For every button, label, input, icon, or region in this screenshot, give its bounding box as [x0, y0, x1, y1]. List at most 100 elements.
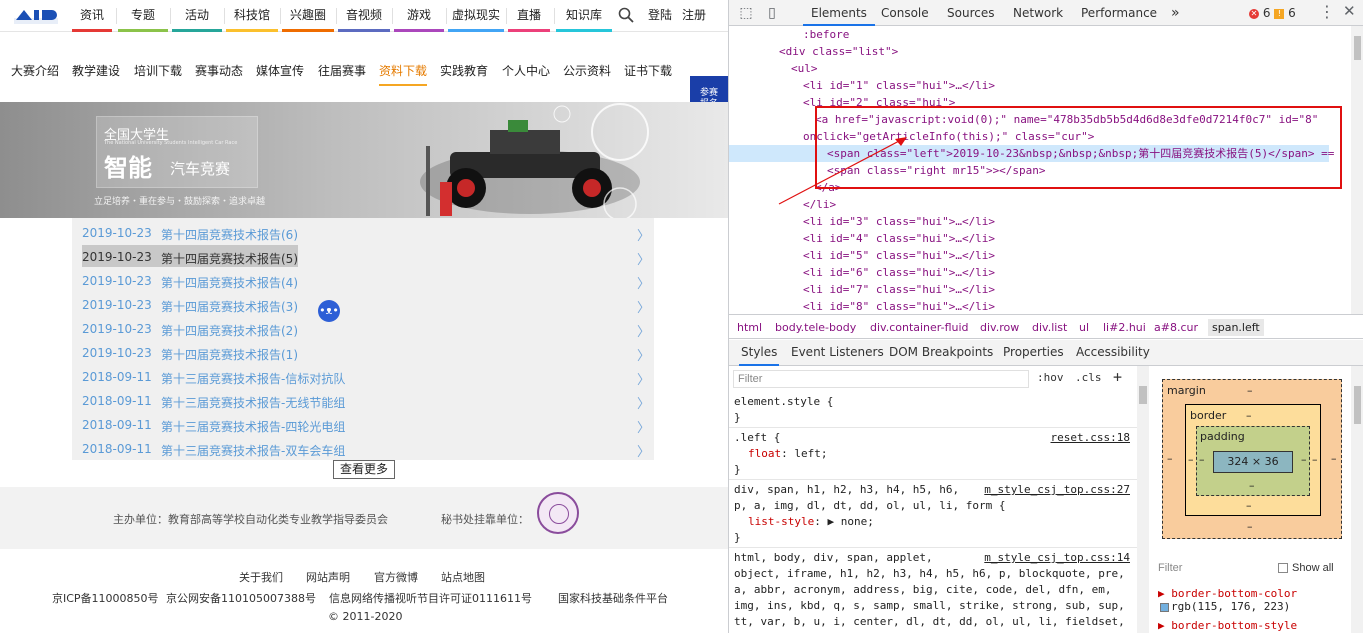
- article-row[interactable]: 2019-10-23 第十四届竞赛技术报告(3) 〉: [72, 292, 654, 316]
- styles-scrollbar[interactable]: [1137, 366, 1149, 633]
- nav-item[interactable]: 知识库: [556, 0, 612, 32]
- article-row[interactable]: 2019-10-23 第十四届竞赛技术报告(2) 〉: [72, 316, 654, 340]
- devtools-tab[interactable]: Network: [1005, 0, 1071, 26]
- article-title[interactable]: 第十三届竞赛技术报告-双车会车组: [161, 442, 345, 459]
- article-row[interactable]: 2019-10-23 第十四届竞赛技术报告(1) 〉: [72, 340, 654, 364]
- property-value[interactable]: ▶ none: [827, 515, 867, 528]
- device-toggle-icon[interactable]: ▯: [763, 4, 781, 22]
- pane-tab[interactable]: Accessibility: [1074, 340, 1152, 366]
- subnav-item[interactable]: 赛事动态: [195, 62, 243, 79]
- subnav-item[interactable]: 教学建设: [72, 62, 120, 79]
- more-options-icon[interactable]: ⋮: [1319, 2, 1335, 21]
- search-icon[interactable]: [617, 6, 635, 24]
- article-title[interactable]: 第十三届竞赛技术报告-信标对抗队: [161, 370, 345, 387]
- breadcrumb-item[interactable]: html: [737, 321, 762, 334]
- style-rule-selector[interactable]: div, span, h1, h2, h3, h4, h5, h6,: [734, 482, 959, 498]
- subnav-item[interactable]: 公示资料: [563, 62, 611, 79]
- dom-node-line[interactable]: <li id="4" class="hui">…</li>: [729, 230, 995, 247]
- article-title[interactable]: 第十四届竞赛技术报告(3): [161, 298, 298, 315]
- nav-item[interactable]: 活动: [172, 0, 222, 32]
- article-title[interactable]: 第十四届竞赛技术报告(6): [161, 226, 298, 243]
- footer-link[interactable]: 官方微博: [374, 569, 418, 585]
- devtools-tab[interactable]: Console: [873, 0, 937, 26]
- article-row[interactable]: 2018-09-11 第十三届竞赛技术报告-四轮光电组 〉: [72, 412, 654, 436]
- article-title[interactable]: 第十三届竞赛技术报告-四轮光电组: [161, 418, 345, 435]
- subnav-item[interactable]: 培训下载: [134, 62, 182, 79]
- computed-property[interactable]: ▶ border-bottom-color rgb(115, 176, 223): [1158, 587, 1297, 613]
- elements-scrollbar[interactable]: [1351, 26, 1363, 314]
- article-row[interactable]: 2018-09-11 第十三届竞赛技术报告-无线节能组 〉: [72, 388, 654, 412]
- dom-node-line[interactable]: <li id="8" class="hui">…</li>: [729, 298, 995, 314]
- article-title[interactable]: 第十四届竞赛技术报告(5): [161, 250, 298, 267]
- article-row[interactable]: 2018-09-11 第十三届竞赛技术报告-信标对抗队 〉: [72, 364, 654, 388]
- new-rule-button[interactable]: +: [1113, 368, 1122, 386]
- style-rule-source-link[interactable]: m_style_csj_top.css:14: [984, 550, 1130, 566]
- subnav-item[interactable]: 个人中心: [502, 62, 550, 79]
- pane-tab[interactable]: DOM Breakpoints: [887, 340, 995, 366]
- breadcrumb-item[interactable]: ul: [1079, 321, 1089, 334]
- article-row[interactable]: 2019-10-23 第十四届竞赛技术报告(6) 〉: [72, 220, 654, 244]
- class-toggle[interactable]: .cls: [1075, 371, 1102, 384]
- subnav-item[interactable]: 证书下载: [624, 62, 672, 79]
- subnav-item[interactable]: 媒体宣传: [256, 62, 304, 79]
- style-rule-selector[interactable]: .left {: [734, 430, 780, 446]
- view-more-button[interactable]: 查看更多: [333, 460, 395, 479]
- dom-node-line[interactable]: <li id="5" class="hui">…</li>: [729, 247, 995, 264]
- footer-link[interactable]: 站点地图: [441, 569, 485, 585]
- computed-filter-input[interactable]: Filter: [1158, 562, 1182, 574]
- article-row[interactable]: 2019-10-23 第十四届竞赛技术报告(5) 〉: [72, 244, 654, 268]
- devtools-tab[interactable]: Sources: [939, 0, 1002, 26]
- register-link[interactable]: 注册: [682, 0, 706, 30]
- article-title[interactable]: 第十四届竞赛技术报告(4): [161, 274, 298, 291]
- pane-tab[interactable]: Event Listeners: [789, 340, 886, 366]
- breadcrumb-item[interactable]: span.left: [1208, 319, 1264, 336]
- dom-node-line[interactable]: <div class="list">: [729, 43, 898, 60]
- breadcrumb-item[interactable]: a#8.cur: [1154, 321, 1198, 334]
- site-logo[interactable]: [14, 6, 58, 26]
- article-row[interactable]: 2019-10-23 第十四届竞赛技术报告(4) 〉: [72, 268, 654, 292]
- breadcrumb-item[interactable]: li#2.hui: [1103, 321, 1146, 334]
- article-row[interactable]: 2018-09-11 第十三届竞赛技术报告-双车会车组 〉: [72, 436, 654, 460]
- dom-node-line[interactable]: <li id="7" class="hui">…</li>: [729, 281, 995, 298]
- floating-assistant-icon[interactable]: •ᴥ•: [318, 300, 340, 322]
- nav-item[interactable]: 兴趣圈: [282, 0, 334, 32]
- box-model-content[interactable]: 324 × 36: [1213, 451, 1293, 473]
- subnav-item[interactable]: 资料下载: [379, 62, 428, 86]
- subnav-item[interactable]: 实践教育: [440, 62, 488, 79]
- nav-item[interactable]: 专题: [118, 0, 168, 32]
- dom-node-line[interactable]: :before: [729, 26, 849, 43]
- style-property[interactable]: list-style: ▶ none;: [748, 514, 874, 530]
- subnav-item[interactable]: 往届赛事: [318, 62, 366, 79]
- footer-license[interactable]: 信息网络传播视听节目许可证0111611号: [329, 590, 532, 606]
- style-rule-selector[interactable]: element.style {: [734, 394, 833, 410]
- breadcrumb-item[interactable]: div.list: [1032, 321, 1067, 334]
- breadcrumb-item[interactable]: div.row: [980, 321, 1019, 334]
- breadcrumb-item[interactable]: div.container-fluid: [870, 321, 969, 334]
- nav-item[interactable]: 游戏: [394, 0, 444, 32]
- nav-item[interactable]: 音视频: [338, 0, 390, 32]
- nav-item[interactable]: 资讯: [72, 0, 112, 32]
- footer-link[interactable]: 关于我们: [239, 569, 283, 585]
- article-title[interactable]: 第十三届竞赛技术报告-无线节能组: [161, 394, 345, 411]
- devtools-tab[interactable]: Performance: [1073, 0, 1165, 26]
- devtools-tab[interactable]: Elements: [803, 0, 875, 26]
- computed-property[interactable]: ▶ border-bottom-style: [1158, 619, 1297, 632]
- footer-link[interactable]: 网站声明: [306, 569, 350, 585]
- nav-item[interactable]: 虚拟现实: [448, 0, 504, 32]
- footer-license[interactable]: 京公网安备110105007388号: [166, 590, 316, 606]
- subnav-item[interactable]: 大赛介绍: [11, 62, 59, 79]
- style-property[interactable]: float: left;: [748, 446, 828, 462]
- dom-node-line[interactable]: <li id="3" class="hui">…</li>: [729, 213, 995, 230]
- more-tabs-icon[interactable]: »: [1163, 0, 1188, 26]
- pane-tab[interactable]: Styles: [739, 340, 780, 366]
- show-all-checkbox[interactable]: Show all: [1278, 562, 1334, 574]
- styles-filter-input[interactable]: Filter: [733, 370, 1029, 388]
- hover-state-toggle[interactable]: :hov: [1037, 371, 1064, 384]
- footer-license[interactable]: 国家科技基础条件平台: [558, 590, 668, 606]
- close-icon[interactable]: ✕: [1343, 2, 1356, 20]
- error-warning-counter[interactable]: ✕ 6 ! 6: [1249, 6, 1296, 20]
- article-title[interactable]: 第十四届竞赛技术报告(2): [161, 322, 298, 339]
- breadcrumb-item[interactable]: body.tele-body: [775, 321, 856, 334]
- property-value[interactable]: left: [794, 447, 821, 460]
- style-rule-source-link[interactable]: m_style_csj_top.css:27: [984, 482, 1130, 498]
